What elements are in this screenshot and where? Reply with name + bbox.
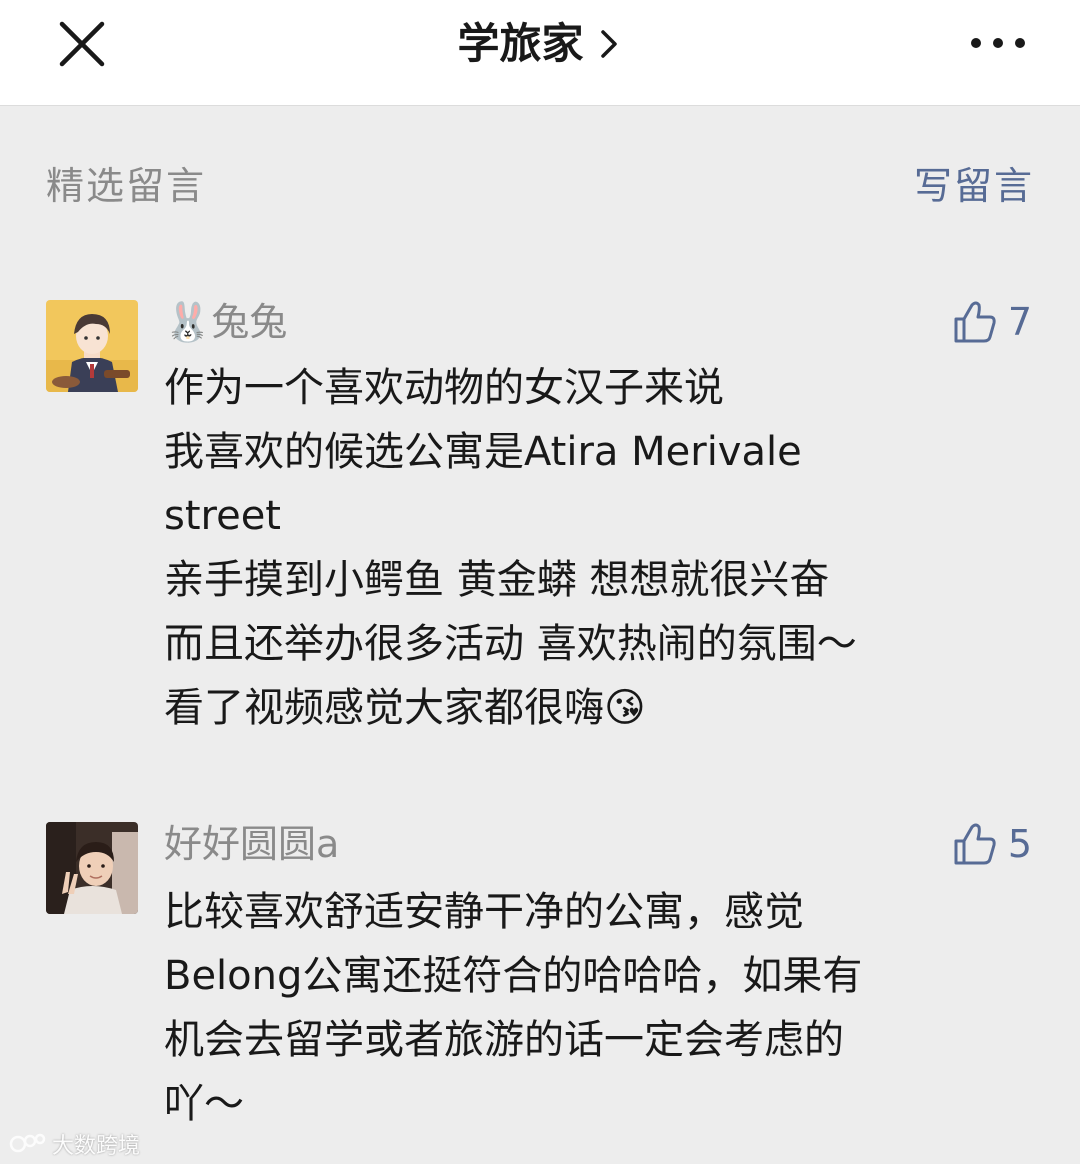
comment-nickname: 好好圆圆a	[164, 822, 340, 866]
avatar[interactable]	[46, 822, 138, 914]
thumbs-up-icon	[954, 823, 996, 865]
more-dots-icon	[971, 38, 1025, 48]
comment-line: 吖～	[164, 1081, 244, 1127]
page-title: 学旅家	[457, 19, 584, 68]
thumbs-up-icon	[954, 301, 996, 343]
like-button[interactable]: 5	[952, 818, 1032, 870]
comment-line: 我喜欢的候选公寓是Atira Merivale	[164, 429, 802, 475]
watermark: 大数跨境	[8, 1126, 140, 1162]
comment-line: 作为一个喜欢动物的女汉子来说	[164, 365, 724, 411]
comment-line: Belong公寓还挺符合的哈哈哈，如果有	[164, 953, 863, 999]
like-count: 7	[1007, 300, 1032, 344]
anime-avatar-image	[46, 300, 138, 392]
section-title: 精选留言	[46, 164, 207, 208]
comment-line: 亲手摸到小鳄鱼 黄金蟒 想想就很兴奋	[164, 557, 830, 603]
chevron-right-icon	[600, 30, 617, 58]
comment-line: 看了视频感觉大家都很嗨😘	[164, 685, 646, 731]
featured-comments-header: 精选留言 写留言	[46, 158, 1034, 214]
comment-text: 比较喜欢舒适安静干净的公寓，感觉 Belong公寓还挺符合的哈哈哈，如果有 机会…	[164, 880, 1014, 1136]
comment-line: 而且还举办很多活动 喜欢热闹的氛围～	[164, 621, 857, 667]
top-nav-bar: 学旅家	[0, 0, 1080, 106]
watermark-text: 大数跨境	[52, 1134, 141, 1159]
watermark-logo-icon	[9, 1133, 46, 1153]
write-comment-link[interactable]: 写留言	[914, 158, 1034, 214]
more-button[interactable]	[968, 28, 1028, 58]
like-button[interactable]: 7	[952, 296, 1032, 348]
like-count: 5	[1007, 822, 1032, 866]
photo-avatar-image	[46, 822, 138, 914]
comment-line: 比较喜欢舒适安静干净的公寓，感觉	[164, 889, 804, 935]
avatar[interactable]	[46, 300, 138, 392]
account-title-link[interactable]: 学旅家	[0, 14, 1080, 74]
comment-nickname: 🐰兔兔	[164, 300, 288, 344]
comment-line: street	[164, 493, 281, 539]
comment-text: 作为一个喜欢动物的女汉子来说 我喜欢的候选公寓是Atira Merivale s…	[164, 356, 1014, 740]
comment-line: 机会去留学或者旅游的话一定会考虑的	[164, 1017, 844, 1063]
